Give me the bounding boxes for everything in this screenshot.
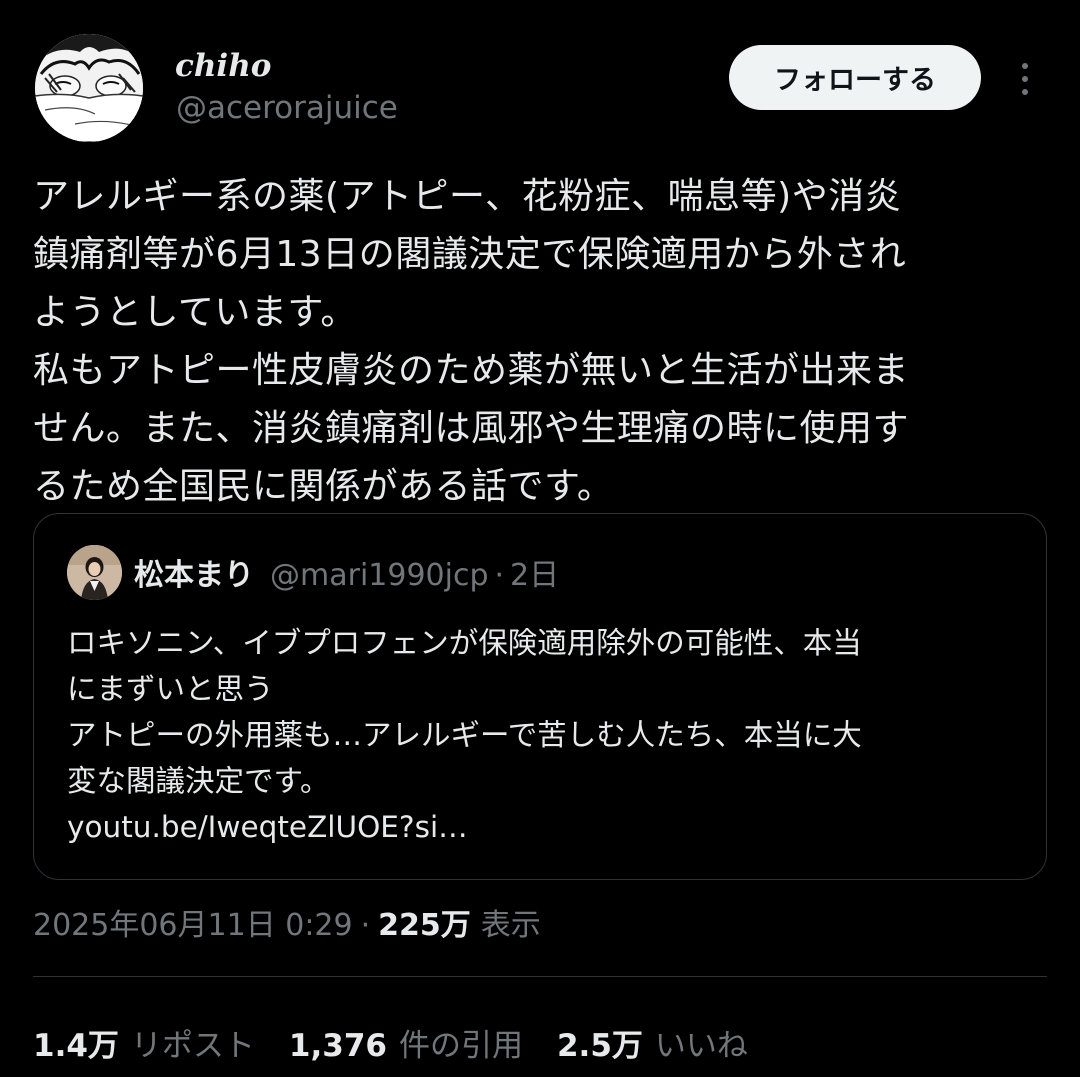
- more-vertical-icon[interactable]: [1006, 56, 1044, 102]
- engagement-stats: 1.4万 リポスト 1,376 件の引用 2.5万 いいね: [33, 1020, 782, 1065]
- stat-label: リポスト: [130, 1028, 255, 1064]
- tweet-meta: 2025年06月11日 0:29 · 225万 表示: [33, 900, 541, 944]
- separator-dot: ·: [494, 558, 505, 593]
- tweet-timestamp[interactable]: 2025年06月11日 0:29: [33, 900, 353, 944]
- views-count: 225万: [378, 908, 471, 943]
- divider: [33, 976, 1047, 977]
- stat-label: 件の引用: [398, 1028, 523, 1064]
- quote-timestamp[interactable]: 2日: [510, 550, 559, 594]
- author-avatar[interactable]: [35, 34, 143, 142]
- stat-number: 1,376: [288, 1028, 387, 1064]
- stat-number: 2.5万: [556, 1028, 643, 1064]
- quote-text: ロキソニン、イブプロフェンが保険適用除外の可能性、本当 にまずいと思う アトピー…: [67, 626, 862, 844]
- more-dot: [1022, 63, 1028, 69]
- author-handle[interactable]: @acerorajuice: [176, 88, 398, 128]
- quote-author-name[interactable]: 松本まり: [134, 550, 254, 594]
- author-display-name[interactable]: chiho: [175, 46, 271, 86]
- likes-stat[interactable]: 2.5万 いいね: [557, 1020, 748, 1065]
- tweet-detail: chiho @acerorajuice フォローする アレルギー系の薬(アトピー…: [0, 0, 1080, 1077]
- follow-button[interactable]: フォローする: [729, 45, 981, 110]
- views-label: 表示: [480, 908, 541, 943]
- more-dot: [1022, 76, 1028, 82]
- more-dot: [1022, 89, 1028, 95]
- reposts-stat[interactable]: 1.4万 リポスト: [33, 1020, 255, 1065]
- quotes-stat[interactable]: 1,376 件の引用: [289, 1020, 523, 1065]
- separator-dot: ·: [360, 908, 371, 943]
- quoted-tweet-card[interactable]: 松本まり @mari1990jcp · 2日 ロキソニン、イブプロフェンが保険適…: [33, 513, 1047, 880]
- quote-author-avatar[interactable]: [67, 545, 122, 600]
- quote-author-handle[interactable]: @mari1990jcp: [270, 558, 489, 593]
- tweet-text: アレルギー系の薬(アトピー、花粉症、喘息等)や消炎 鎮痛剤等が6月13日の閣議決…: [33, 176, 910, 507]
- stat-number: 1.4万: [33, 1028, 119, 1064]
- stat-label: いいね: [654, 1028, 748, 1064]
- quote-header: 松本まり @mari1990jcp · 2日: [134, 550, 559, 594]
